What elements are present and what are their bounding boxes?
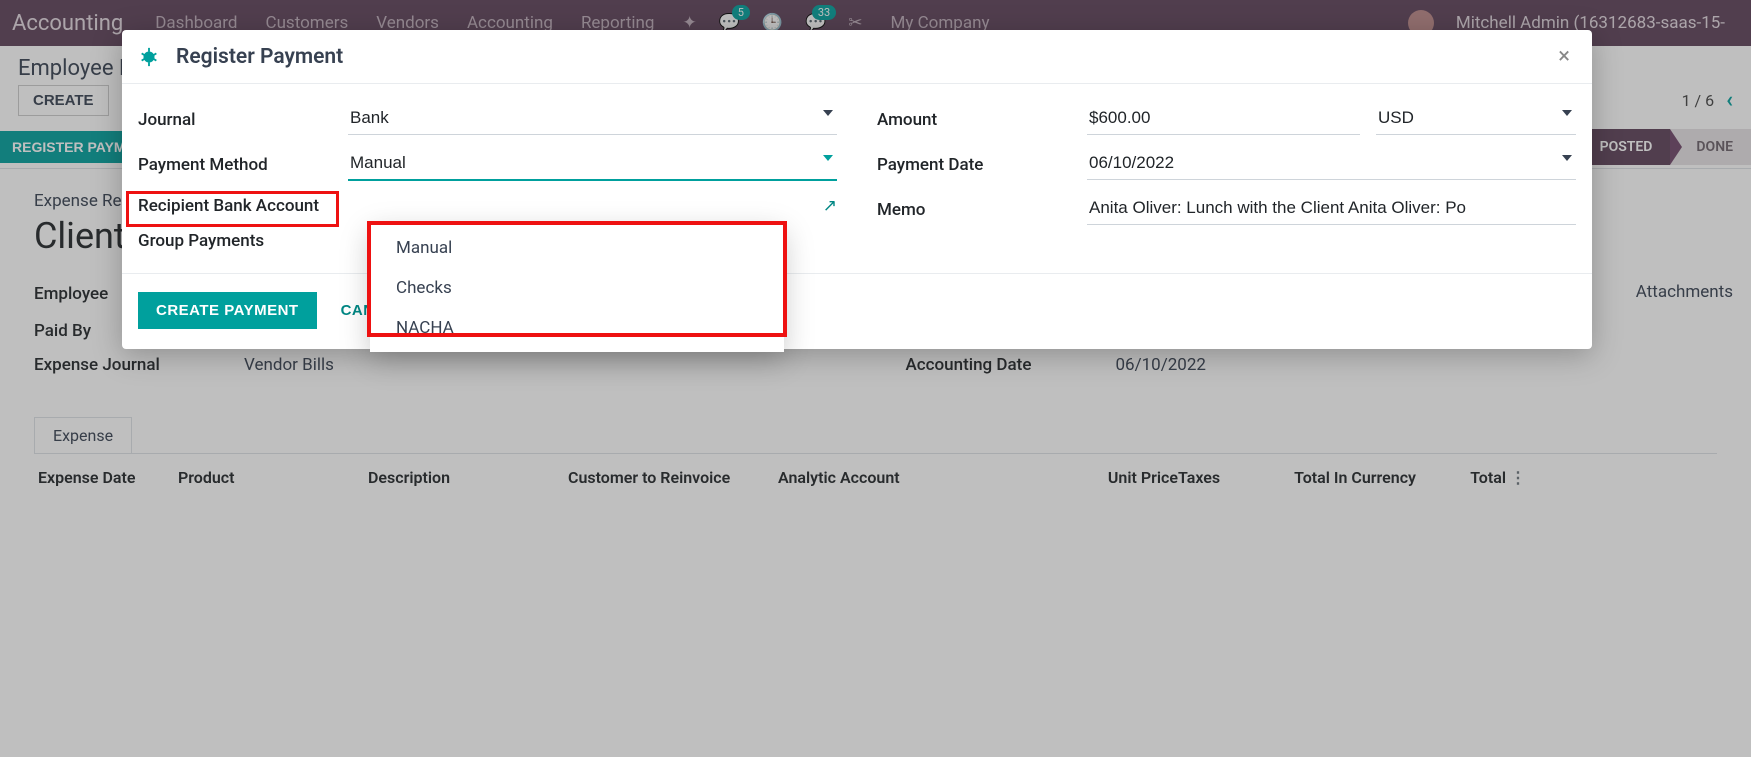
bug-icon[interactable] xyxy=(138,46,160,68)
amount-input[interactable] xyxy=(1087,104,1360,135)
dropdown-option-nacha[interactable]: NACHA xyxy=(370,308,784,348)
chevron-down-icon[interactable] xyxy=(1562,110,1572,116)
memo-input[interactable] xyxy=(1087,194,1576,225)
register-payment-modal: Register Payment × Journal Payment Metho… xyxy=(122,30,1592,349)
chevron-down-icon[interactable] xyxy=(1562,155,1572,161)
payment-method-dropdown: Manual Checks NACHA xyxy=(370,224,784,352)
dropdown-option-checks[interactable]: Checks xyxy=(370,268,784,308)
memo-label: Memo xyxy=(877,200,1087,220)
recipient-bank-label: Recipient Bank Account xyxy=(138,195,348,217)
payment-date-label: Payment Date xyxy=(877,155,1087,175)
chevron-down-icon[interactable] xyxy=(823,110,833,116)
payment-date-input[interactable] xyxy=(1087,149,1576,180)
journal-select[interactable] xyxy=(348,104,837,135)
currency-select[interactable] xyxy=(1376,104,1576,135)
group-payments-label: Group Payments xyxy=(138,231,348,251)
journal-label: Journal xyxy=(138,110,348,130)
amount-label: Amount xyxy=(877,110,1087,130)
close-icon[interactable]: × xyxy=(1558,44,1570,69)
chevron-down-icon[interactable] xyxy=(823,155,833,161)
external-link-icon[interactable]: ↗ xyxy=(823,196,837,216)
dropdown-option-manual[interactable]: Manual xyxy=(370,228,784,268)
payment-method-select[interactable] xyxy=(348,149,837,181)
create-payment-button[interactable]: CREATE PAYMENT xyxy=(138,292,317,329)
payment-method-label: Payment Method xyxy=(138,155,348,175)
modal-title: Register Payment xyxy=(176,45,343,69)
